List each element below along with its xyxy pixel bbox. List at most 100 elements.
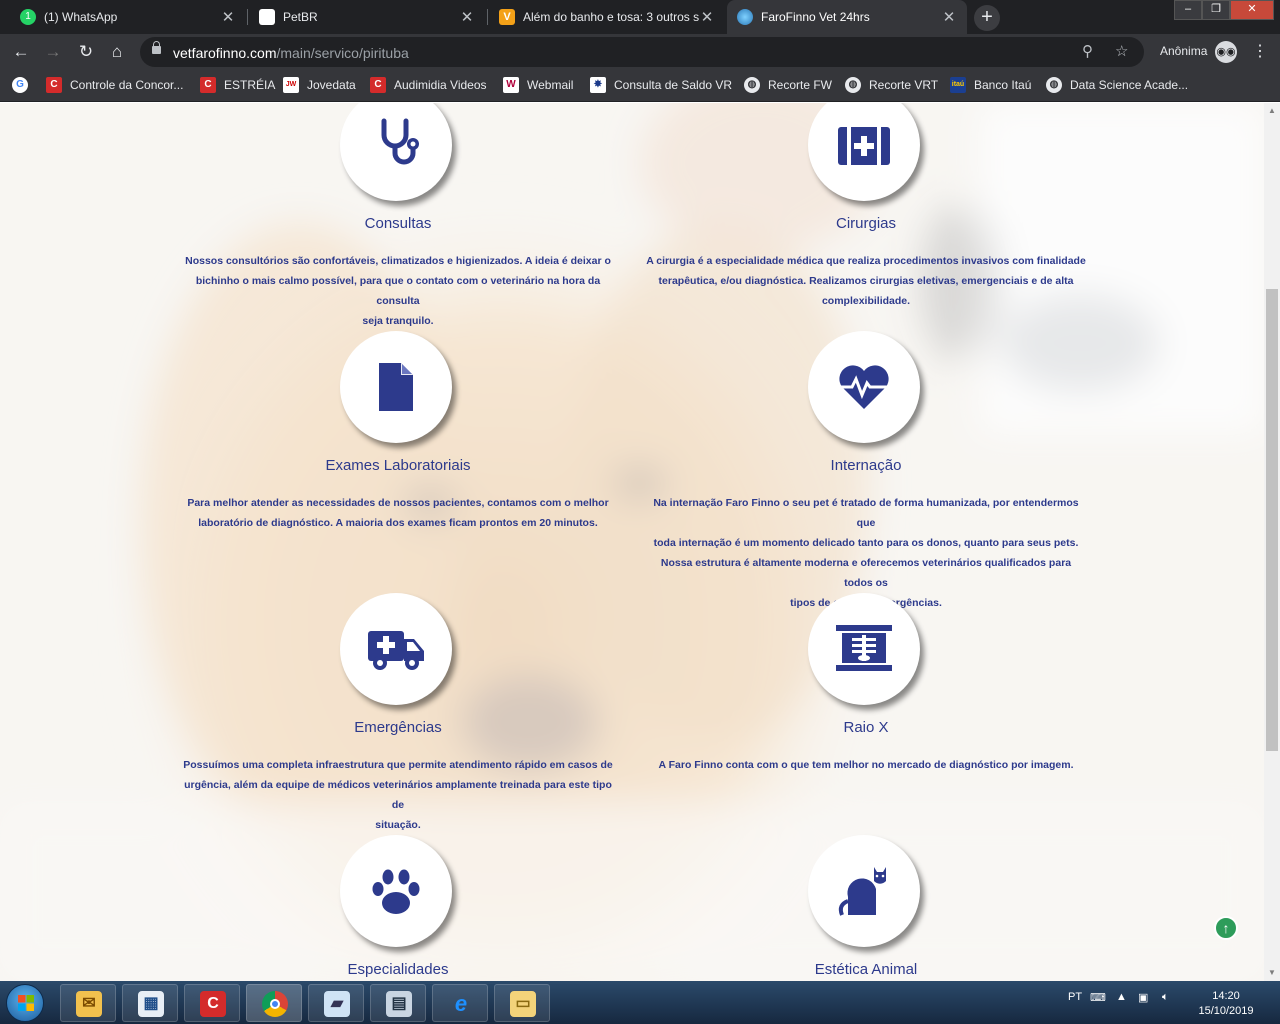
system-clock[interactable]: 14:20 15/10/2019	[1186, 989, 1266, 1019]
maximize-button[interactable]: ❐	[1202, 0, 1230, 20]
taskbar-notes[interactable]: ▰	[308, 984, 364, 1022]
network-icon[interactable]: ▣	[1138, 991, 1148, 1004]
tab-divider	[487, 9, 488, 25]
lock-icon	[152, 41, 161, 54]
taskbar-outlook[interactable]: ✉	[60, 984, 116, 1022]
address-bar[interactable]: vetfarofinno.com/main/servico/pirituba ⚲…	[140, 37, 1144, 67]
service-title: Cirurgias	[835, 215, 896, 232]
globe-icon: ◍	[744, 77, 760, 93]
browser-toolbar: ← → ↻ ⌂ vetfarofinno.com/main/servico/pi…	[0, 34, 1280, 70]
close-icon[interactable]: ✕	[220, 8, 236, 26]
w-icon: W	[503, 77, 519, 93]
star-icon[interactable]: ☆	[1115, 42, 1128, 60]
page-viewport: Consultas Nossos consultórios são confor…	[0, 103, 1264, 981]
incognito-icon[interactable]: ◉◉	[1215, 41, 1237, 63]
vr-star-icon: ✸	[590, 77, 606, 93]
scroll-up-icon[interactable]: ▲	[1264, 103, 1280, 119]
bookmark-item[interactable]: C Audimidia Videos	[370, 77, 487, 93]
google-icon[interactable]: G	[12, 77, 36, 93]
paw-icon	[372, 869, 420, 914]
tray-expand-icon[interactable]: ▲	[1116, 991, 1127, 1003]
service-title: Exames Laboratoriais	[325, 457, 471, 474]
service-title: Consultas	[364, 215, 432, 232]
close-window-button[interactable]: ✕	[1230, 0, 1274, 20]
url-text: vetfarofinno.com/main/servico/pirituba	[173, 45, 409, 61]
bookmark-item[interactable]: W Webmail	[503, 77, 573, 93]
blank-page-icon	[259, 9, 275, 25]
keyboard-icon[interactable]: ⌨	[1090, 991, 1106, 1004]
c-red-icon: C	[200, 77, 216, 93]
medical-kit-icon	[838, 127, 890, 165]
reload-icon[interactable]: ↻	[75, 41, 97, 63]
taskbar-calculator[interactable]: ▤	[370, 984, 426, 1022]
language-indicator[interactable]: PT	[1068, 991, 1082, 1003]
tab-title: (1) WhatsApp	[44, 10, 118, 24]
service-title: Especialidades	[347, 961, 449, 978]
bookmark-item[interactable]: ◍ Recorte VRT	[845, 77, 938, 93]
service-icon-circle	[808, 331, 920, 443]
service-description: Possuímos uma completa infraestrutura qu…	[183, 759, 613, 831]
scroll-down-icon[interactable]: ▼	[1264, 965, 1280, 981]
c-red-icon: C	[200, 991, 226, 1017]
c-red-icon: C	[370, 77, 386, 93]
notes-icon: ▰	[324, 991, 350, 1017]
globe-icon: ◍	[845, 77, 861, 93]
back-icon[interactable]: ←	[10, 41, 32, 63]
service-icon-circle	[340, 835, 452, 947]
calculator-icon: ▤	[386, 991, 412, 1017]
zoom-icon[interactable]: ⚲	[1082, 42, 1093, 60]
close-icon[interactable]: ✕	[459, 8, 475, 26]
chrome-icon	[262, 991, 288, 1017]
document-icon	[379, 363, 413, 411]
bookmark-item[interactable]: JW Jovedata	[283, 77, 356, 93]
tab-title: FaroFinno Vet 24hrs	[761, 10, 870, 24]
bookmark-item[interactable]: ✸ Consulta de Saldo VR	[590, 77, 732, 93]
taskbar-ie[interactable]: e	[432, 984, 488, 1022]
ambulance-icon	[368, 631, 424, 670]
tab-strip: 1 (1) WhatsApp ✕ PetBR ✕ V Além do banho…	[0, 0, 1280, 34]
cat-icon	[838, 867, 886, 916]
tab-farofinno[interactable]: FaroFinno Vet 24hrs ✕	[727, 0, 967, 34]
service-title: Emergências	[354, 719, 442, 736]
globe-icon: ◍	[1046, 77, 1062, 93]
taskbar-chrome[interactable]	[246, 984, 302, 1022]
bookmark-item[interactable]: itaú Banco Itaú	[950, 77, 1031, 93]
forward-icon[interactable]: →	[42, 41, 64, 63]
page-scrollbar[interactable]: ▲ ▼	[1264, 103, 1280, 981]
globe-icon	[737, 9, 753, 25]
close-icon[interactable]: ✕	[941, 8, 957, 26]
stethoscope-icon	[381, 118, 419, 165]
new-tab-button[interactable]: +	[974, 5, 1000, 31]
tab-petbr[interactable]: PetBR ✕	[249, 0, 485, 34]
tab-whatsapp[interactable]: 1 (1) WhatsApp ✕	[10, 0, 246, 34]
taskbar-c-app[interactable]: C	[184, 984, 240, 1022]
tab-banho-tosa[interactable]: V Além do banho e tosa: 3 outros s ✕	[489, 0, 725, 34]
volume-icon[interactable]: 🔈︎	[1162, 991, 1169, 1004]
c-red-icon: C	[46, 77, 62, 93]
ie-icon: e	[454, 991, 468, 1016]
service-description: Para melhor atender as necessidades de n…	[187, 497, 609, 529]
service-description: Nossos consultórios são confortáveis, cl…	[185, 255, 611, 327]
service-title: Raio X	[843, 719, 889, 736]
taskbar-screen[interactable]: ▦	[122, 984, 178, 1022]
service-description: A cirurgia é a especialidade médica que …	[646, 255, 1086, 307]
bookmark-item[interactable]: C ESTRÉIA	[200, 77, 275, 93]
service-description: A Faro Finno conta com o que tem melhor …	[658, 759, 1074, 771]
screen-icon: ▦	[138, 991, 164, 1017]
taskbar-explorer[interactable]: ▭	[494, 984, 550, 1022]
close-icon[interactable]: ✕	[699, 8, 715, 26]
scrollbar-thumb[interactable]	[1266, 289, 1278, 751]
profile-label: Anônima	[1160, 44, 1208, 58]
home-icon[interactable]: ⌂	[106, 41, 128, 63]
menu-icon[interactable]: ⋮	[1252, 41, 1268, 61]
x-ray-icon	[836, 625, 892, 671]
windows-taskbar: ✉ ▦ C ▰ ▤ e ▭ PT ⌨ ▲ ▣ 🔈︎ 14:20 15/10/201…	[0, 981, 1280, 1024]
back-to-top-button[interactable]: ↑	[1214, 916, 1238, 940]
minimize-button[interactable]: –	[1174, 0, 1202, 20]
bookmark-item[interactable]: C Controle da Concor...	[46, 77, 183, 93]
bookmark-item[interactable]: ◍ Data Science Acade...	[1046, 77, 1188, 93]
start-button[interactable]	[6, 984, 44, 1022]
tab-title: PetBR	[283, 10, 318, 24]
bookmark-item[interactable]: ◍ Recorte FW	[744, 77, 832, 93]
explorer-icon: ▭	[510, 991, 536, 1017]
